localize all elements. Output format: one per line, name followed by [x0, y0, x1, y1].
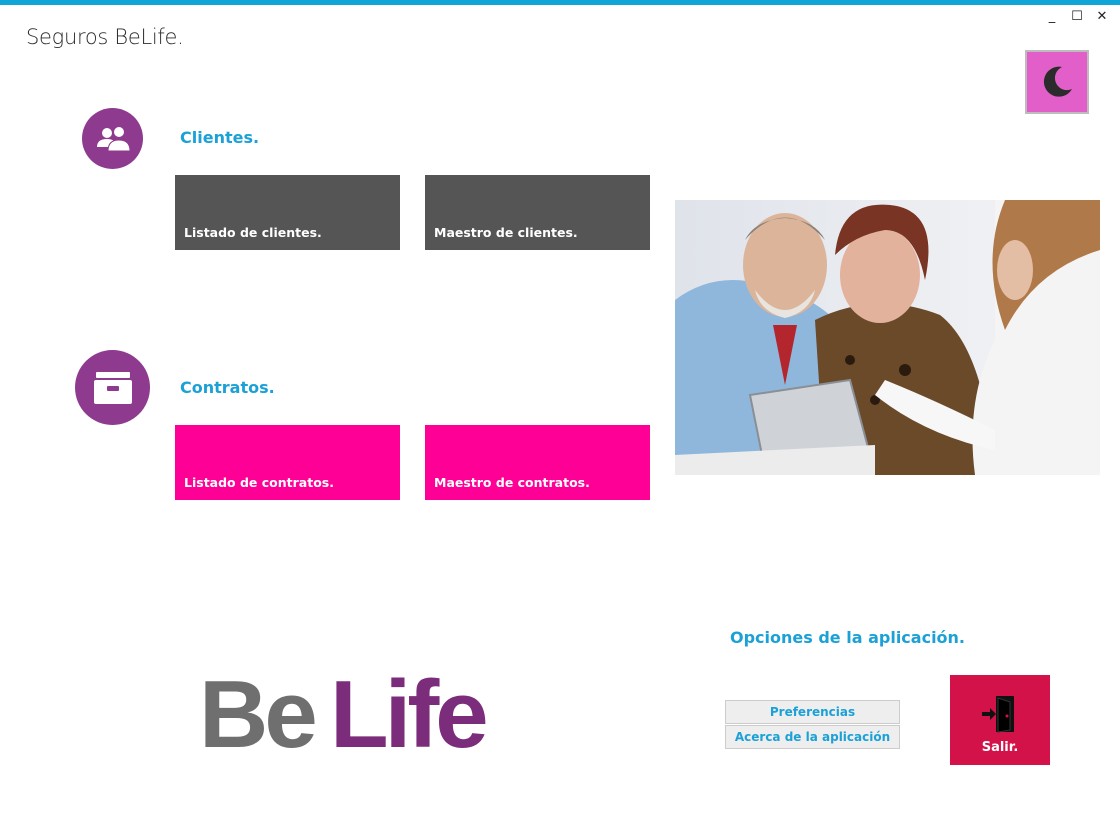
contratos-section-icon	[75, 350, 150, 425]
svg-text:Life: Life	[330, 661, 486, 755]
maestro-contratos-tile[interactable]: Maestro de contratos.	[425, 425, 650, 500]
exit-door-icon	[982, 696, 1014, 733]
tile-label: Listado de contratos.	[184, 475, 334, 490]
maximize-icon: ☐	[1071, 8, 1083, 24]
salir-label: Salir.	[981, 740, 1019, 755]
customers-photo	[675, 200, 1100, 475]
button-label: Preferencias	[769, 705, 856, 719]
acerca-button[interactable]: Acerca de la aplicación	[725, 725, 900, 749]
listado-contratos-tile[interactable]: Listado de contratos.	[175, 425, 400, 500]
tile-label: Maestro de contratos.	[434, 475, 590, 490]
file-cabinet-icon	[93, 371, 132, 404]
tile-label: Listado de clientes.	[184, 225, 322, 240]
minimize-icon: _	[1048, 8, 1056, 24]
maximize-button[interactable]: ☐	[1066, 6, 1088, 26]
preferencias-button[interactable]: Preferencias	[725, 700, 900, 724]
contratos-title: Contratos.	[180, 378, 275, 397]
belife-logo: Be Life	[195, 640, 530, 755]
close-icon: ✕	[1096, 8, 1108, 24]
users-icon	[96, 125, 131, 151]
listado-clientes-tile[interactable]: Listado de clientes.	[175, 175, 400, 250]
window-title: Seguros BeLife.	[26, 25, 184, 49]
svg-text:Be: Be	[199, 661, 315, 755]
salir-button[interactable]: Salir.	[950, 675, 1050, 765]
clientes-section-icon	[82, 108, 143, 169]
maestro-clientes-tile[interactable]: Maestro de clientes.	[425, 175, 650, 250]
theme-toggle-button[interactable]	[1025, 50, 1089, 114]
clientes-title: Clientes.	[180, 128, 260, 147]
close-button[interactable]: ✕	[1091, 6, 1113, 26]
window-top-accent-bar	[0, 0, 1120, 5]
minimize-button[interactable]: _	[1041, 6, 1063, 26]
button-label: Acerca de la aplicación	[734, 730, 891, 744]
tile-label: Maestro de clientes.	[434, 225, 578, 240]
moon-icon	[1043, 66, 1072, 97]
opciones-title: Opciones de la aplicación.	[730, 628, 966, 647]
